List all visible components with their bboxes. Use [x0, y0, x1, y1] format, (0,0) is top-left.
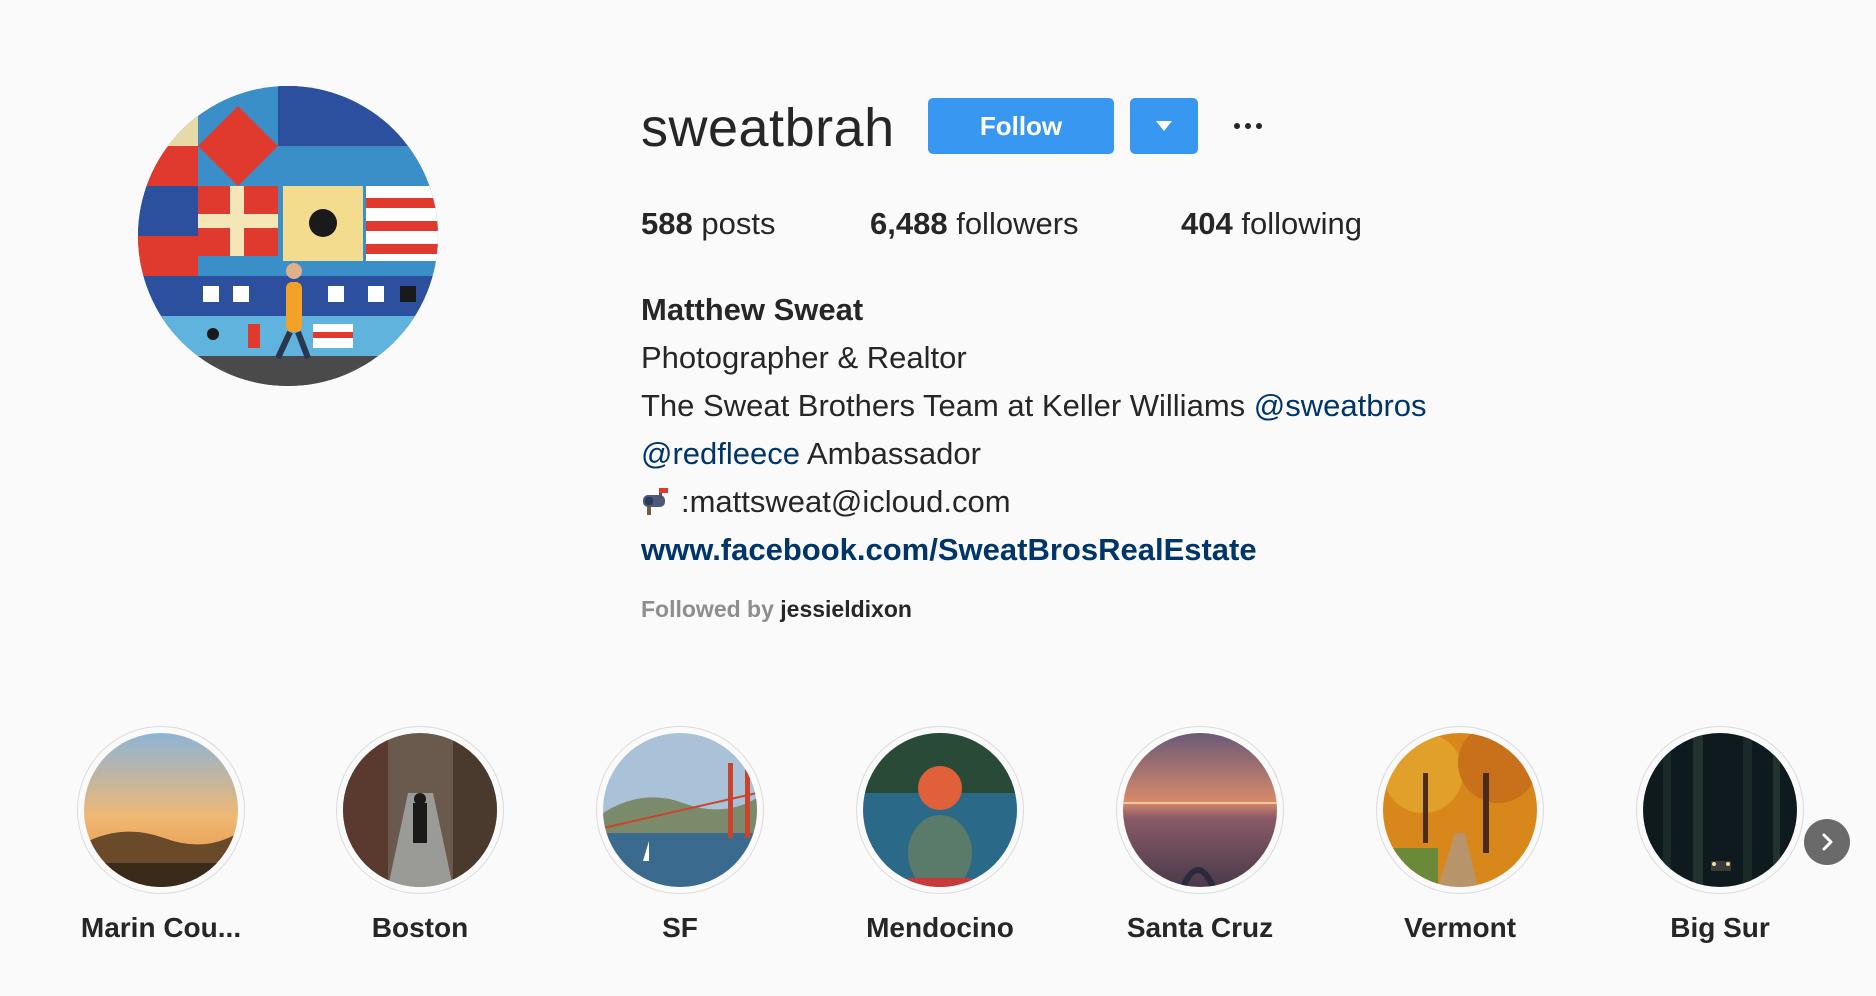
highlight-cover-image [863, 733, 1017, 887]
highlight-cover-image [84, 733, 238, 887]
followed-by-prefix: Followed by [641, 596, 781, 622]
following-label: following [1241, 206, 1362, 241]
highlight-cover [603, 733, 757, 887]
followed-by-user[interactable]: jessieldixon [780, 596, 912, 622]
profile-username: sweatbrah [641, 98, 895, 158]
highlight-label: Vermont [1403, 912, 1517, 943]
avatar-image [138, 86, 438, 386]
mailbox-icon [643, 488, 668, 515]
email-text: :mattsweat@icloud.com [681, 484, 1011, 519]
highlight-cover [84, 733, 238, 887]
highlight-ring[interactable] [1636, 726, 1804, 894]
highlight-cover [1383, 733, 1537, 887]
highlight-ring[interactable] [77, 726, 245, 894]
highlight-cover-image [603, 733, 757, 887]
profile-page: sweatbrah Follow 588 posts 6,488 followe… [0, 0, 1876, 996]
mention-sweatbros[interactable]: @sweatbros [1254, 388, 1427, 423]
chevron-down-icon [1156, 121, 1172, 131]
highlight-label: Boston [371, 912, 469, 943]
followers-label: followers [956, 206, 1079, 241]
highlight-ring[interactable] [1116, 726, 1284, 894]
following-link[interactable]: 404 following [1181, 204, 1362, 244]
mention-redfleece[interactable]: @redfleece [641, 436, 800, 471]
highlight-label: Santa Cruz [1126, 912, 1274, 943]
highlight-cover [863, 733, 1017, 887]
bio-line-email: :mattsweat@icloud.com [641, 478, 1427, 526]
more-options-button[interactable] [1228, 108, 1268, 144]
followers-number: 6,488 [870, 206, 948, 241]
highlights-next-button[interactable] [1804, 819, 1850, 865]
highlight-item[interactable]: Santa Cruz [1080, 726, 1320, 944]
more-options-dot [1245, 123, 1251, 129]
full-name: Matthew Sweat [641, 292, 864, 327]
bio-line-occupation: Photographer & Realtor [641, 340, 967, 375]
highlight-label: Big Sur [1670, 912, 1770, 943]
profile-avatar[interactable] [138, 86, 438, 386]
followed-by: Followed by jessieldixon [641, 596, 912, 623]
chevron-right-icon [1822, 833, 1833, 851]
highlight-item[interactable]: SF [560, 726, 800, 944]
highlight-cover-image [1383, 733, 1537, 887]
more-options-dot [1256, 123, 1262, 129]
bio-team-text: The Sweat Brothers Team at Keller Willia… [641, 388, 1254, 423]
following-number: 404 [1181, 206, 1233, 241]
highlight-label: Mendocino [866, 912, 1014, 943]
bio-line-team: The Sweat Brothers Team at Keller Willia… [641, 382, 1427, 430]
highlight-item[interactable]: Marin Cou... [41, 726, 281, 944]
highlight-label: Marin Cou... [80, 912, 242, 943]
highlight-item[interactable]: Boston [300, 726, 540, 944]
highlight-cover [1643, 733, 1797, 887]
follow-button[interactable]: Follow [928, 98, 1114, 154]
follow-dropdown-button[interactable] [1130, 98, 1198, 154]
posts-count: 588 posts [641, 204, 775, 244]
highlight-cover-image [1643, 733, 1797, 887]
bio-ambassador-text: Ambassador [800, 436, 981, 471]
highlight-cover [1123, 733, 1277, 887]
posts-label: posts [701, 206, 776, 241]
more-options-icon [1234, 123, 1240, 129]
highlight-ring[interactable] [1376, 726, 1544, 894]
posts-number: 588 [641, 206, 693, 241]
followers-link[interactable]: 6,488 followers [870, 204, 1079, 244]
highlight-item[interactable]: Vermont [1340, 726, 1580, 944]
highlight-ring[interactable] [856, 726, 1024, 894]
highlight-cover [343, 733, 497, 887]
website-link[interactable]: www.facebook.com/SweatBrosRealEstate [641, 526, 1427, 574]
highlight-ring[interactable] [336, 726, 504, 894]
profile-bio: Matthew Sweat Photographer & Realtor The… [641, 286, 1427, 574]
highlight-item[interactable]: Mendocino [820, 726, 1060, 944]
highlight-ring[interactable] [596, 726, 764, 894]
highlight-label: SF [662, 912, 698, 943]
highlight-cover-image [1123, 733, 1277, 887]
highlight-cover-image [343, 733, 497, 887]
bio-line-ambassador: @redfleece Ambassador [641, 430, 1427, 478]
